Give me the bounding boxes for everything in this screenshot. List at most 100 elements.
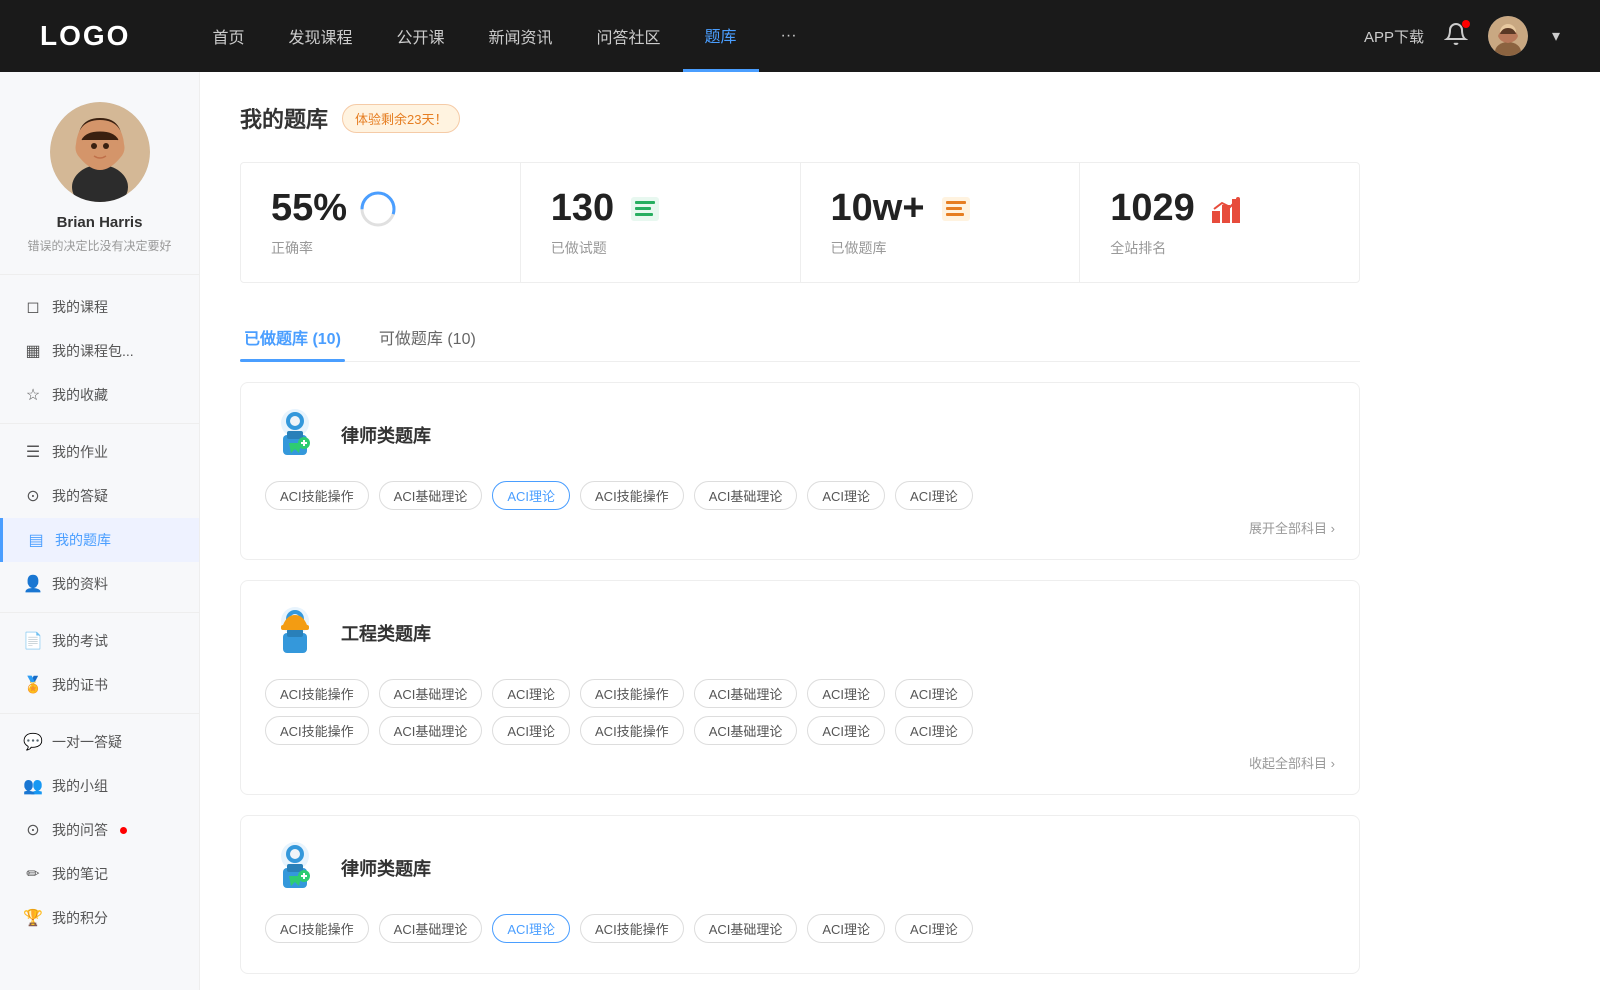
tag-2-4[interactable]: ACI基础理论 [694,679,798,708]
tag-3-0[interactable]: ACI技能操作 [265,914,369,943]
sidebar-item-myqa[interactable]: ⊙ 我的问答 [0,808,199,852]
profile-avatar [50,102,150,202]
tag-2-9[interactable]: ACI理论 [492,716,570,745]
sidebar-item-qbank[interactable]: ▤ 我的题库 [0,518,199,562]
sidebar-item-notes[interactable]: ✏ 我的笔记 [0,852,199,896]
sidebar-item-group[interactable]: 👥 我的小组 [0,764,199,808]
tag-2-5[interactable]: ACI理论 [807,679,885,708]
qbank-tags-1: ACI技能操作 ACI基础理论 ACI理论 ACI技能操作 ACI基础理论 AC… [265,481,1335,510]
layout: Brian Harris 错误的决定比没有决定要好 ◻ 我的课程 ▦ 我的课程包… [0,72,1600,990]
notes-icon: ✏ [24,865,42,883]
qbank-header-1: 律师类题库 [265,405,1335,465]
expand-link-2[interactable]: 收起全部科目 › [265,753,1335,772]
notification-dot [1462,20,1470,28]
nav-home[interactable]: 首页 [190,0,266,72]
sidebar-item-course-package-label: 我的课程包... [52,341,134,361]
tag-1-1[interactable]: ACI基础理论 [379,481,483,510]
sidebar-item-profile-label: 我的资料 [52,574,108,594]
tag-1-4[interactable]: ACI基础理论 [694,481,798,510]
qa-icon: ⊙ [24,487,42,505]
qbank-title-2: 工程类题库 [341,620,431,646]
tag-1-5[interactable]: ACI理论 [807,481,885,510]
sidebar-item-1on1[interactable]: 💬 一对一答疑 [0,720,199,764]
avatar-chevron[interactable]: ▾ [1552,26,1560,46]
sidebar-item-homework-label: 我的作业 [52,442,108,462]
tag-2-11[interactable]: ACI基础理论 [694,716,798,745]
notification-bell[interactable] [1444,22,1468,51]
qbank-header-2: 工程类题库 [265,603,1335,663]
nav-discover[interactable]: 发现课程 [266,0,374,72]
tag-1-3[interactable]: ACI技能操作 [580,481,684,510]
avatar[interactable] [1488,16,1528,56]
stats-row: 55% 正确率 130 [240,162,1360,283]
sidebar-item-course-package[interactable]: ▦ 我的课程包... [0,329,199,373]
sidebar-item-notes-label: 我的笔记 [52,864,108,884]
tab-done[interactable]: 已做题库 (10) [240,315,345,361]
tag-3-3[interactable]: ACI技能操作 [580,914,684,943]
tag-2-2[interactable]: ACI理论 [492,679,570,708]
tag-3-2[interactable]: ACI理论 [492,914,570,943]
sidebar-item-profile[interactable]: 👤 我的资料 [0,562,199,606]
main-inner: 我的题库 体验剩余23天！ 55% [200,72,1400,990]
sidebar-item-points-label: 我的积分 [52,908,108,928]
sidebar-item-favorites[interactable]: ☆ 我的收藏 [0,373,199,417]
tag-2-13[interactable]: ACI理论 [895,716,973,745]
app-download-button[interactable]: APP下载 [1364,26,1424,47]
qbank-title-3: 律师类题库 [341,855,431,881]
logo: LOGO [40,20,130,52]
navbar: LOGO 首页 发现课程 公开课 新闻资讯 问答社区 题库 ··· APP下载 [0,0,1600,72]
trial-badge: 体验剩余23天！ [342,104,460,133]
tag-3-6[interactable]: ACI理论 [895,914,973,943]
tag-2-0[interactable]: ACI技能操作 [265,679,369,708]
tag-2-3[interactable]: ACI技能操作 [580,679,684,708]
qbank-list: 律师类题库 ACI技能操作 ACI基础理论 ACI理论 ACI技能操作 ACI基… [240,382,1360,974]
nav-news[interactable]: 新闻资讯 [467,0,575,72]
tag-1-0[interactable]: ACI技能操作 [265,481,369,510]
expand-link-1[interactable]: 展开全部科目 › [265,518,1335,537]
sidebar-item-1on1-label: 一对一答疑 [52,732,122,752]
lawyer-icon-1 [265,405,325,465]
tag-2-10[interactable]: ACI技能操作 [580,716,684,745]
tag-2-12[interactable]: ACI理论 [807,716,885,745]
tag-2-7[interactable]: ACI技能操作 [265,716,369,745]
list-green-icon [626,190,664,228]
nav-qa[interactable]: 问答社区 [575,0,683,72]
tag-3-1[interactable]: ACI基础理论 [379,914,483,943]
stat-banks-top: 10w+ [831,187,1050,230]
tag-2-8[interactable]: ACI基础理论 [379,716,483,745]
nav-more[interactable]: ··· [759,0,819,72]
nav-opencourse[interactable]: 公开课 [374,0,466,72]
qbank-icon: ▤ [27,531,45,549]
tag-2-1[interactable]: ACI基础理论 [379,679,483,708]
stat-rank: 1029 全站排名 [1080,163,1359,282]
qbank-tags-3: ACI技能操作 ACI基础理论 ACI理论 ACI技能操作 ACI基础理论 AC… [265,914,1335,943]
stat-banks-label: 已做题库 [831,238,1050,258]
sidebar-item-exam[interactable]: 📄 我的考试 [0,619,199,663]
stat-banks: 10w+ 已做题库 [801,163,1081,282]
courses-icon: ◻ [24,298,42,316]
homework-icon: ☰ [24,443,42,461]
lawyer-icon-3 [265,838,325,898]
nav-links: 首页 发现课程 公开课 新闻资讯 问答社区 题库 ··· [190,0,1364,72]
sidebar-item-courses[interactable]: ◻ 我的课程 [0,285,199,329]
tag-1-6[interactable]: ACI理论 [895,481,973,510]
sidebar-item-certificate[interactable]: 🏅 我的证书 [0,663,199,707]
sidebar-menu: ◻ 我的课程 ▦ 我的课程包... ☆ 我的收藏 ☰ 我的作业 ⊙ 我的答疑 ▤ [0,275,199,950]
tag-2-6[interactable]: ACI理论 [895,679,973,708]
tab-available[interactable]: 可做题库 (10) [375,315,480,361]
favorites-icon: ☆ [24,386,42,404]
stat-rank-value: 1029 [1110,187,1195,230]
myqa-dot [120,827,127,834]
tag-3-4[interactable]: ACI基础理论 [694,914,798,943]
sidebar-item-qa[interactable]: ⊙ 我的答疑 [0,474,199,518]
chart-red-icon [1207,190,1245,228]
nav-qbank[interactable]: 题库 [683,0,759,72]
exam-icon: 📄 [24,632,42,650]
tag-3-5[interactable]: ACI理论 [807,914,885,943]
1on1-icon: 💬 [24,733,42,751]
tag-1-2[interactable]: ACI理论 [492,481,570,510]
qbank-card-1: 律师类题库 ACI技能操作 ACI基础理论 ACI理论 ACI技能操作 ACI基… [240,382,1360,560]
stat-accuracy-value: 55% [271,187,347,230]
sidebar-item-homework[interactable]: ☰ 我的作业 [0,430,199,474]
sidebar-item-points[interactable]: 🏆 我的积分 [0,896,199,940]
